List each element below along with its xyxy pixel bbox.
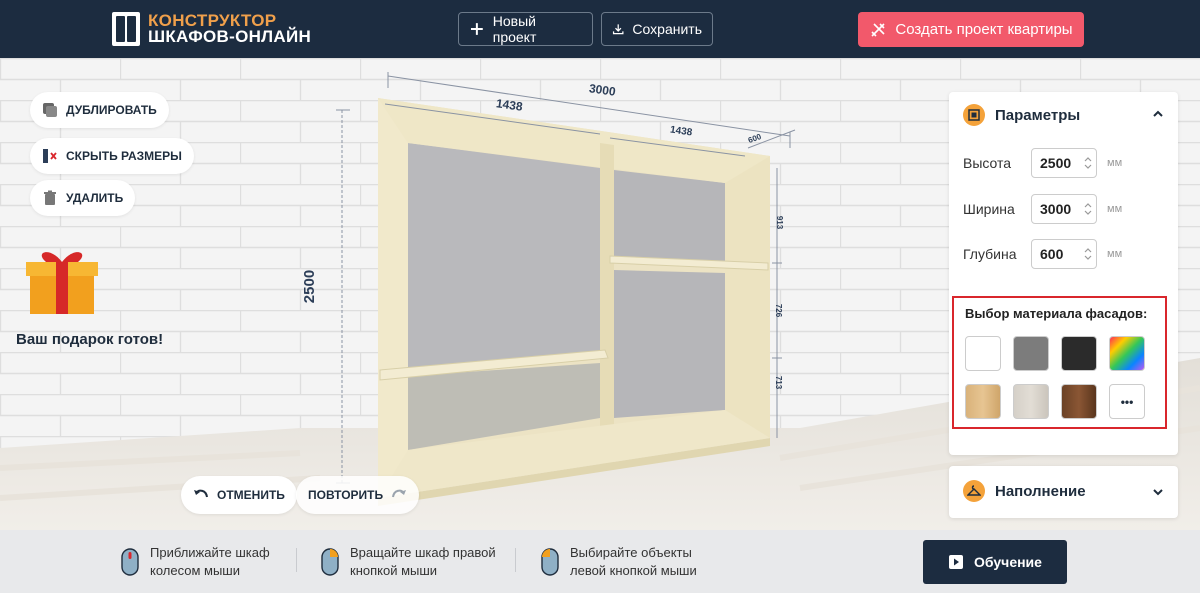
create-apartment-button[interactable]: Создать проект квартиры [858,12,1084,47]
logo-line2: ШКАФОВ-ОНЛАЙН [148,27,312,46]
hint3-line2: левой кнопкой мыши [570,563,697,578]
divider [296,548,297,572]
parameters-title: Параметры [995,106,1081,124]
hint3-line1: Выбирайте объекты [570,545,692,560]
swatch-light-gray-wood[interactable] [1013,384,1049,419]
hint-zoom: Приближайте шкаф колесом мыши [120,544,270,580]
hint2-line2: кнопкой мыши [350,563,438,578]
redo-label: ПОВТОРИТЬ [308,488,384,502]
download-icon [612,24,624,35]
height-input[interactable]: 2500 [1031,148,1097,178]
height-label: Высота [963,155,1012,171]
hanger-icon [963,480,985,502]
stepper-icon[interactable] [1084,156,1092,170]
top-bar: КОНСТРУКТОР ШКАФОВ-ОНЛАЙН Новый проект С… [0,0,1200,58]
width-row: Ширина 3000 мм [963,194,1122,224]
dim-right-shelf-1: 913 [775,215,785,230]
more-dots: ••• [1120,394,1134,409]
tutorial-label: Обучение [974,554,1042,570]
swatch-more-button[interactable]: ••• [1109,384,1145,419]
filling-title: Наполнение [995,482,1086,500]
hide-sizes-label: СКРЫТЬ РАЗМЕРЫ [66,149,182,163]
swatch-light-oak[interactable] [965,384,1001,419]
dim-height: 2500 [301,269,319,304]
undo-arrow-icon [194,489,208,498]
footer-hints-bar: Приближайте шкаф колесом мыши Вращайте шк… [0,530,1200,593]
new-project-button[interactable]: Новый проект [458,12,593,46]
chevron-down-icon[interactable] [1152,486,1164,498]
gift-icon[interactable] [22,244,102,316]
swatch-white[interactable] [965,336,1001,371]
material-title: Выбор материала фасадов: [965,306,1148,321]
facade-material-selector: Выбор материала фасадов: ••• [952,296,1167,429]
width-value: 3000 [1040,201,1072,217]
depth-unit: мм [1107,248,1123,260]
chevron-up-icon[interactable] [1152,108,1164,120]
stepper-icon[interactable] [1084,202,1092,216]
width-label: Ширина [963,201,1015,217]
hint1-line1: Приближайте шкаф [150,545,270,560]
hide-sizes-button[interactable]: СКРЫТЬ РАЗМЕРЫ [30,138,194,174]
hint1-line2: колесом мыши [150,563,240,578]
trash-icon [44,190,56,205]
duplicate-button[interactable]: ДУБЛИРОВАТЬ [30,92,169,128]
hint2-line1: Вращайте шкаф правой [350,545,496,560]
undo-button[interactable]: ОТМЕНИТЬ [181,476,297,514]
filling-header[interactable]: Наполнение [963,480,1086,502]
mouse-left-click-icon [541,548,559,576]
ruler-cross-icon [43,149,57,163]
depth-label: Глубина [963,246,1017,262]
divider [515,548,516,572]
mouse-right-click-icon [321,548,339,576]
hint-rotate: Вращайте шкаф правой кнопкой мыши [320,544,496,580]
swatch-black[interactable] [1061,336,1097,371]
duplicate-label: ДУБЛИРОВАТЬ [66,103,157,117]
height-unit: мм [1107,157,1123,169]
plus-icon [470,23,483,35]
depth-input[interactable]: 600 [1031,239,1097,269]
dim-right-shelf-2: 726 [774,303,784,318]
ruler-pencil-icon [871,22,885,37]
depth-row: Глубина 600 мм [963,239,1122,269]
wardrobe-model[interactable] [378,98,770,506]
parameters-header[interactable]: Параметры [963,104,1080,126]
delete-label: УДАЛИТЬ [66,191,124,205]
width-input[interactable]: 3000 [1031,194,1097,224]
filling-panel[interactable]: Наполнение [949,466,1178,518]
tutorial-button[interactable]: Обучение [923,540,1067,584]
save-button[interactable]: Сохранить [601,12,713,46]
mouse-wheel-icon [121,548,139,576]
swatch-walnut[interactable] [1061,384,1097,419]
undo-label: ОТМЕНИТЬ [217,488,285,502]
duplicate-icon [43,103,57,117]
create-apartment-label: Создать проект квартиры [895,21,1073,38]
redo-arrow-icon [392,489,407,498]
new-project-label: Новый проект [492,13,537,45]
logo[interactable]: КОНСТРУКТОР ШКАФОВ-ОНЛАЙН [112,12,311,46]
wardrobe-logo-icon [112,12,140,46]
stepper-icon[interactable] [1084,247,1092,261]
gift-message[interactable]: Ваш подарок готов! [16,331,163,348]
save-label: Сохранить [632,21,702,37]
swatch-rainbow[interactable] [1109,336,1145,371]
height-row: Высота 2500 мм [963,148,1122,178]
width-unit: мм [1107,203,1123,215]
swatch-gray[interactable] [1013,336,1049,371]
delete-button[interactable]: УДАЛИТЬ [30,180,136,216]
hint-select: Выбирайте объекты левой кнопкой мыши [540,544,697,580]
height-value: 2500 [1040,155,1072,171]
dim-right-shelf-3: 713 [774,375,784,390]
play-book-icon [949,555,964,569]
redo-button[interactable]: ПОВТОРИТЬ [296,476,420,514]
parameters-icon [963,104,985,126]
depth-value: 600 [1040,246,1064,262]
